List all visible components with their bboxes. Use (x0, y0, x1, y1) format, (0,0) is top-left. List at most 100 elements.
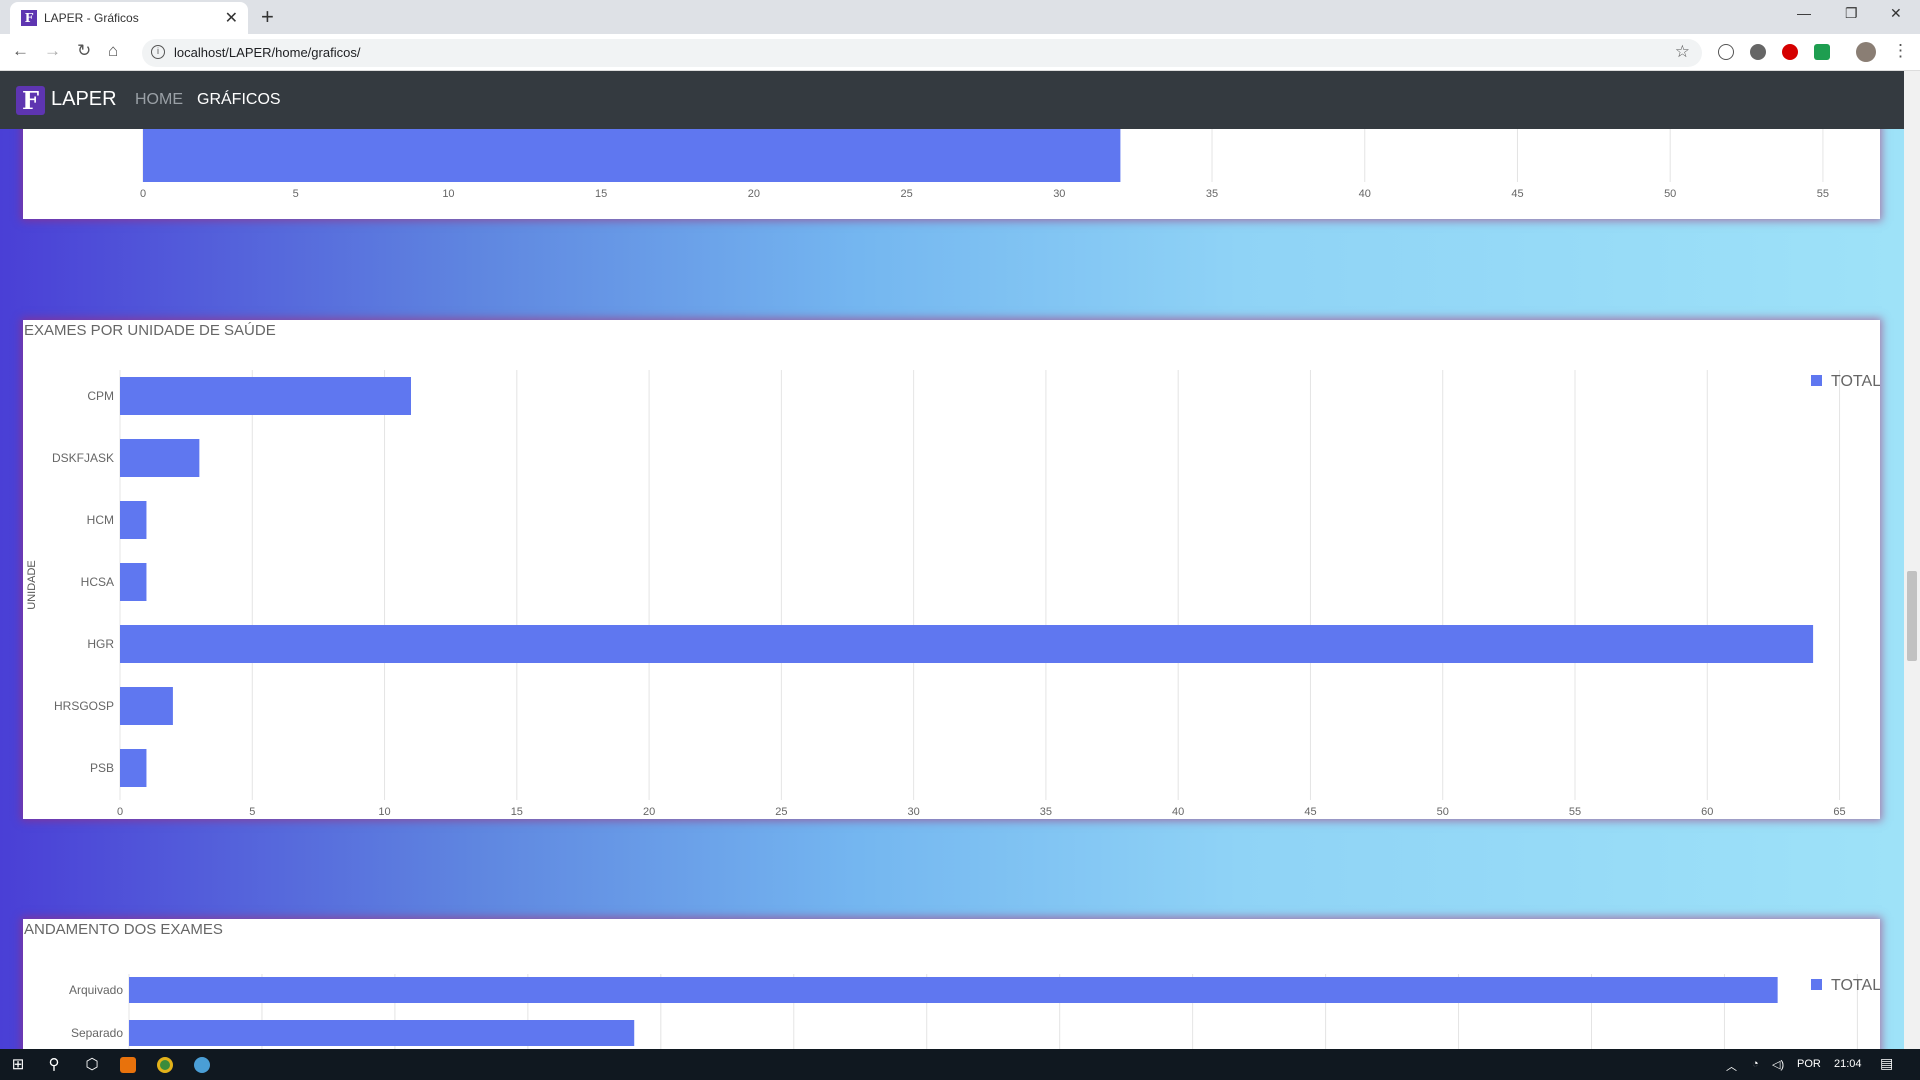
bar (120, 439, 200, 477)
app-cube-icon[interactable]: ⬡ (82, 1055, 102, 1075)
browser-menu-icon[interactable]: ⋮ (1892, 41, 1909, 61)
category-label: CPM (87, 389, 114, 403)
x-tick-label: 25 (900, 188, 912, 200)
x-tick-label: 40 (1172, 806, 1184, 818)
tab-title: LAPER - Gráficos (44, 11, 139, 25)
shield-extension-icon[interactable] (1814, 44, 1830, 60)
legend-label: TOTAL (1831, 977, 1880, 994)
opera-extension-icon[interactable] (1782, 44, 1798, 60)
forward-icon[interactable]: → (44, 41, 61, 61)
x-tick-label: 45 (1304, 806, 1316, 818)
network-icon[interactable]: ◔ (1752, 1058, 1759, 1070)
x-tick-label: 50 (1664, 188, 1676, 200)
search-icon[interactable]: ⚲ (44, 1055, 64, 1075)
restore-button[interactable]: ❐ (1845, 5, 1858, 22)
address-toolbar: ← → ↻ ⌂ i localhost/LAPER/home/graficos/… (0, 34, 1920, 71)
browser-tab[interactable]: F LAPER - Gráficos ✕ (10, 2, 248, 34)
legend-swatch (1811, 979, 1822, 990)
x-tick-label: 30 (908, 806, 920, 818)
profile-avatar[interactable] (1856, 42, 1876, 62)
x-tick-label: 60 (1701, 806, 1713, 818)
nav-link-graficos[interactable]: Gráficos (197, 91, 281, 109)
chart-canvas: 0 5 10 15 20 25 30 35 40 45 50 55 60 65 CPM DSKFJASK HCM… (26, 370, 1880, 818)
reload-icon[interactable]: ↻ (77, 41, 91, 61)
chart-canvas: Arquivado Separado TOTAL (69, 974, 1880, 1049)
x-tick-label: 40 (1359, 188, 1371, 200)
volume-icon[interactable]: ◁) (1772, 1058, 1784, 1071)
x-tick-label: 15 (511, 806, 523, 818)
x-tick-label: 25 (775, 806, 787, 818)
category-label: HRSGOSP (54, 699, 114, 713)
bar (120, 687, 173, 725)
x-tick-label: 15 (595, 188, 607, 200)
bar (129, 1020, 635, 1046)
category-label: DSKFJASK (52, 451, 114, 465)
laper-logo-icon[interactable]: F (16, 86, 45, 115)
windows-taskbar: ⊞ ⚲ ⬡ ︿ ◔ ◁) POR 21:04 ▤ (0, 1049, 1920, 1080)
home-icon[interactable]: ⌂ (108, 41, 118, 61)
x-tick-label: 55 (1569, 806, 1581, 818)
extension-icon[interactable] (1718, 44, 1734, 60)
app-navbar: F LAPER Home Gráficos (0, 71, 1904, 129)
tray-chevron-icon[interactable]: ︿ (1726, 1058, 1737, 1074)
y-axis-label: UNIDADE (26, 560, 38, 610)
url-text[interactable]: localhost/LAPER/home/graficos/ (174, 45, 360, 60)
clock[interactable]: 21:04 (1834, 1058, 1862, 1070)
extension-icon[interactable] (1750, 44, 1766, 60)
address-bar[interactable]: i localhost/LAPER/home/graficos/ ☆ (142, 39, 1702, 67)
notifications-icon[interactable]: ▤ (1880, 1055, 1893, 1072)
category-label: PSB (90, 761, 114, 775)
bookmark-star-icon[interactable]: ☆ (1675, 42, 1690, 62)
category-label: HCSA (81, 575, 114, 589)
windows-start-icon[interactable]: ⊞ (8, 1055, 28, 1075)
window-close-button[interactable]: ✕ (1890, 5, 1902, 22)
site-info-icon[interactable]: i (151, 45, 165, 59)
x-tick-label: 20 (643, 806, 655, 818)
language-indicator[interactable]: POR (1797, 1058, 1821, 1070)
nav-link-home[interactable]: Home (135, 91, 183, 109)
tab-close-icon[interactable]: ✕ (225, 8, 238, 28)
bar (120, 563, 147, 601)
back-icon[interactable]: ← (12, 41, 29, 61)
app-icon[interactable] (194, 1057, 210, 1073)
category-label: HCM (87, 513, 114, 527)
category-label: HGR (87, 637, 114, 651)
minimize-button[interactable]: — (1797, 5, 1811, 21)
x-tick-label: 10 (442, 188, 454, 200)
xampp-icon[interactable] (120, 1057, 136, 1073)
x-tick-label: 5 (249, 806, 255, 818)
x-tick-label: 50 (1437, 806, 1449, 818)
x-tick-label: 30 (1053, 188, 1065, 200)
chart-card-andamento: ANDAMENTO DOS EXAMES Arquivado Separado TO… (23, 919, 1880, 1049)
browser-tab-strip: F LAPER - Gráficos ✕ + — ❐ ✕ (0, 0, 1920, 34)
page-scrollbar[interactable] (1904, 71, 1920, 1049)
site-favicon-icon: F (21, 10, 37, 26)
chrome-icon[interactable] (157, 1057, 173, 1073)
x-tick-label: 20 (748, 188, 760, 200)
bar (129, 977, 1778, 1003)
page-content: 0 5 10 15 20 25 30 35 40 45 50 55 EXAMES POR UNIDAD… (0, 129, 1904, 1049)
bar (120, 501, 147, 539)
x-tick-label: 0 (117, 806, 123, 818)
x-tick-label: 10 (378, 806, 390, 818)
x-tick-label: 55 (1817, 188, 1829, 200)
x-tick-label: 0 (140, 188, 146, 200)
x-tick-label: 35 (1040, 806, 1052, 818)
x-tick-label: 45 (1511, 188, 1523, 200)
chart-card: 0 5 10 15 20 25 30 35 40 45 50 55 (23, 129, 1880, 219)
category-label: Arquivado (69, 983, 123, 997)
x-tick-label: 5 (293, 188, 299, 200)
scrollbar-thumb[interactable] (1907, 571, 1917, 661)
x-tick-label: 65 (1833, 806, 1845, 818)
bar (143, 129, 1121, 182)
new-tab-button[interactable]: + (261, 4, 274, 30)
brand-name[interactable]: LAPER (51, 88, 117, 111)
legend-swatch (1811, 375, 1822, 386)
chart-card-exames-unidade: EXAMES POR UNIDADE DE SAÚDE 0 5 10 15 20 25 30… (23, 320, 1880, 819)
legend-label: TOTAL (1831, 373, 1880, 390)
chart-canvas: 0 5 10 15 20 25 30 35 40 45 50 55 (140, 129, 1829, 200)
bar (120, 625, 1814, 663)
x-tick-label: 35 (1206, 188, 1218, 200)
bar (120, 749, 147, 787)
category-label: Separado (71, 1026, 123, 1040)
